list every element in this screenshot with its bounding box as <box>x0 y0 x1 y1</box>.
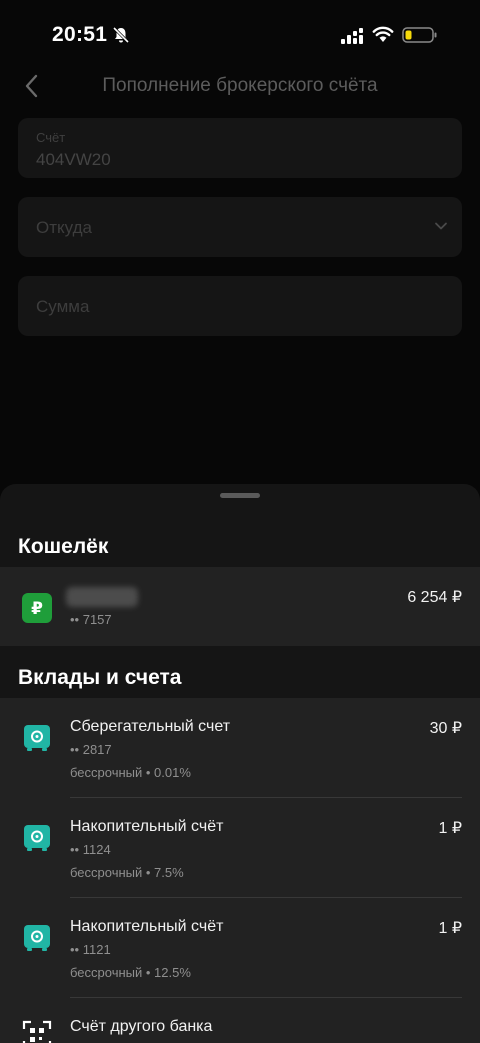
deposits-section-title: Вклады и счета <box>18 666 182 689</box>
ruble-wallet-icon: ₽ <box>22 593 52 623</box>
account-row[interactable]: Накопительный счёт •• 1124 бессрочный • … <box>0 798 480 898</box>
svg-text:₽: ₽ <box>31 599 43 619</box>
account-amount: 30 ₽ <box>429 720 462 737</box>
account-terms: бессрочный • 0.01% <box>70 765 191 780</box>
account-amount: 1 ₽ <box>438 920 462 937</box>
source-account-placeholder: Откуда <box>36 218 92 237</box>
wallet-row[interactable]: ₽ •• 7157 6 254 ₽ <box>0 567 480 646</box>
account-field-label: Счёт <box>36 130 66 145</box>
account-terms: бессрочный • 7.5% <box>70 865 184 880</box>
account-name: Накопительный счёт <box>70 918 224 935</box>
account-number: •• 1124 <box>70 842 111 857</box>
amount-placeholder: Сумма <box>36 297 90 316</box>
qr-code-icon <box>22 1020 52 1043</box>
account-name: Накопительный счёт <box>70 818 224 835</box>
safe-icon <box>24 825 50 851</box>
account-name: Сберегательный счет <box>70 718 231 735</box>
status-time: 20:51 <box>52 23 108 46</box>
account-field[interactable]: Счёт 404VW20 <box>18 118 462 178</box>
sheet-grabber[interactable] <box>220 493 260 498</box>
source-account-select[interactable]: Откуда <box>18 197 462 257</box>
wifi-icon <box>372 26 394 42</box>
account-field-value: 404VW20 <box>36 150 111 169</box>
wallet-name-hidden <box>66 587 138 607</box>
safe-icon <box>24 725 50 751</box>
amount-input[interactable]: Сумма <box>18 276 462 336</box>
battery-low-icon <box>402 27 437 43</box>
wallet-section-title: Кошелёк <box>18 535 109 558</box>
navigation-bar: Пополнение брокерского счёта <box>0 62 480 110</box>
cellular-signal-icon <box>341 28 363 44</box>
wallet-amount: 6 254 ₽ <box>407 589 462 606</box>
chevron-down-icon <box>435 222 447 230</box>
other-bank-label: Счёт другого банка <box>70 1018 213 1035</box>
account-row[interactable]: Накопительный счёт •• 1121 бессрочный • … <box>0 898 480 998</box>
bell-muted-icon <box>112 26 130 44</box>
page-title: Пополнение брокерского счёта <box>102 75 378 96</box>
deposits-group: Сберегательный счет •• 2817 бессрочный •… <box>0 698 480 1043</box>
account-row[interactable]: Сберегательный счет •• 2817 бессрочный •… <box>0 698 480 798</box>
account-picker-sheet: Кошелёк ₽ •• 7157 6 254 ₽ Вклады и счета… <box>0 484 480 1043</box>
other-bank-row[interactable]: Счёт другого банка <box>0 998 480 1043</box>
status-bar: 20:51 <box>0 0 480 70</box>
safe-icon <box>24 925 50 951</box>
wallet-group: ₽ •• 7157 6 254 ₽ <box>0 567 480 646</box>
account-terms: бессрочный • 12.5% <box>70 965 191 980</box>
wallet-number: •• 7157 <box>70 612 112 627</box>
account-amount: 1 ₽ <box>438 820 462 837</box>
account-number: •• 2817 <box>70 742 112 757</box>
account-number: •• 1121 <box>70 942 111 957</box>
